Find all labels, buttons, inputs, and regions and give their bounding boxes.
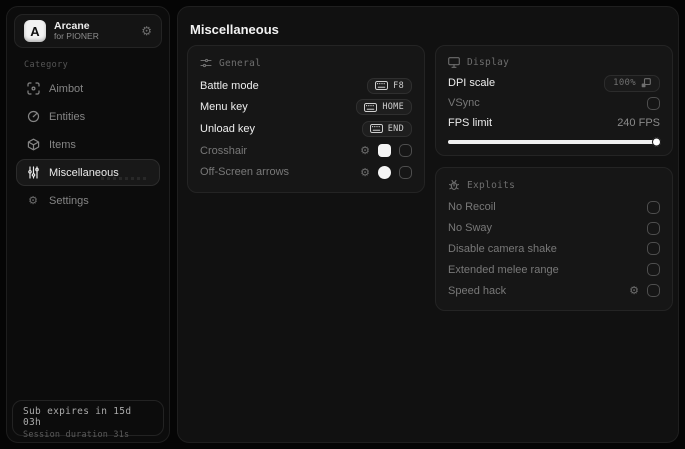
crosshair-color-swatch[interactable]: [378, 144, 391, 158]
setting-row-crosshair: Crosshair ⚙: [200, 140, 412, 162]
general-panel-header: General: [200, 55, 412, 71]
dpi-scale-button[interactable]: 100%: [604, 74, 660, 92]
setting-row-dpi-scale: DPI scale 100%: [448, 73, 660, 93]
sidebar-item-settings[interactable]: ⚙ Settings: [16, 187, 160, 214]
keyboard-icon: [375, 81, 389, 91]
extended-melee-range-checkbox[interactable]: [647, 263, 660, 277]
menu-key-keybind-button[interactable]: HOME: [356, 99, 412, 116]
scan-icon: [26, 82, 40, 96]
setting-label: Crosshair: [200, 144, 248, 157]
setting-label: Unload key: [200, 122, 256, 135]
sub-expiry-text: Sub expires in 15d 03h: [23, 406, 132, 428]
account-settings-gear-icon[interactable]: ⚙: [141, 25, 152, 37]
setting-label: FPS limit: [448, 117, 492, 130]
keybind-value: HOME: [382, 102, 404, 113]
setting-row-no-recoil: No Recoil: [448, 197, 660, 218]
general-panel-title: General: [219, 57, 262, 69]
subscription-status-card: Sub expires in 15d 03h Session duration …: [12, 400, 164, 440]
setting-row-vsync: VSync: [448, 93, 660, 113]
keybind-value: END: [387, 123, 404, 134]
cube-icon: [26, 138, 40, 152]
setting-label: Menu key: [200, 101, 248, 114]
fps-slider-fill: [448, 140, 660, 144]
exploits-panel-header: Exploits: [448, 177, 660, 193]
offscreen-arrows-checkbox[interactable]: [399, 165, 412, 179]
category-label: Category: [24, 60, 69, 70]
fps-limit-slider[interactable]: [448, 137, 661, 147]
setting-row-unload-key: Unload key END: [200, 118, 412, 140]
offscreen-arrows-color-swatch[interactable]: [378, 165, 391, 179]
setting-row-extended-melee-range: Extended melee range: [448, 259, 660, 280]
offscreen-arrows-config-gear-icon[interactable]: ⚙: [360, 167, 370, 178]
sliders-horizontal-icon: [200, 58, 212, 68]
gear-icon: ⚙: [28, 194, 38, 207]
display-panel: Display DPI scale 100% VSync FPS limit 2…: [435, 45, 673, 156]
speed-hack-checkbox[interactable]: [647, 284, 660, 298]
brand-subtitle: for PIONER: [54, 31, 99, 42]
display-panel-header: Display: [448, 55, 660, 69]
setting-label: VSync: [448, 97, 480, 110]
bug-icon: [448, 179, 460, 190]
setting-label: Disable camera shake: [448, 242, 557, 255]
brand-logo: A: [24, 20, 46, 42]
keybind-value: F8: [393, 80, 404, 91]
battle-mode-keybind-button[interactable]: F8: [367, 77, 412, 94]
sidebar-item-miscellaneous[interactable]: Miscellaneous: [16, 159, 160, 186]
main-content: Miscellaneous General Battle mode F8 Men…: [177, 6, 679, 443]
sidebar: A Arcane for PIONER ⚙ Category Aimbot En…: [6, 6, 170, 443]
keyboard-icon: [364, 102, 378, 112]
setting-row-speed-hack: Speed hack ⚙: [448, 280, 660, 301]
sidebar-item-label: Items: [49, 138, 76, 151]
setting-row-battle-mode: Battle mode F8: [200, 75, 412, 97]
setting-label: No Recoil: [448, 201, 496, 214]
sliders-icon: [26, 166, 40, 180]
speed-hack-config-gear-icon[interactable]: ⚙: [629, 285, 639, 296]
setting-row-no-sway: No Sway: [448, 218, 660, 239]
crosshair-checkbox[interactable]: [399, 144, 412, 158]
setting-row-fps-limit: FPS limit 240 FPS: [448, 113, 660, 133]
general-panel: General Battle mode F8 Menu key HOME Unl…: [187, 45, 425, 193]
fps-limit-value: 240 FPS: [617, 117, 660, 130]
setting-label: Off-Screen arrows: [200, 166, 290, 179]
sidebar-item-aimbot[interactable]: Aimbot: [16, 75, 160, 102]
no-recoil-checkbox[interactable]: [647, 200, 660, 214]
setting-label: DPI scale: [448, 77, 496, 90]
dpi-scale-value: 100%: [613, 78, 636, 89]
unload-key-keybind-button[interactable]: END: [361, 120, 412, 137]
no-sway-checkbox[interactable]: [647, 221, 660, 235]
sidebar-item-label: Settings: [49, 194, 89, 207]
brand-text: Arcane for PIONER: [54, 20, 133, 42]
app-window: A Arcane for PIONER ⚙ Category Aimbot En…: [0, 0, 685, 449]
vsync-checkbox[interactable]: [647, 96, 660, 110]
radar-icon: [26, 110, 40, 124]
fps-slider-knob[interactable]: [652, 137, 661, 147]
session-duration-text: Session duration 31s: [23, 430, 130, 440]
sidebar-item-label: Aimbot: [49, 82, 84, 95]
disable-camera-shake-checkbox[interactable]: [647, 242, 660, 256]
page-title: Miscellaneous: [190, 22, 279, 37]
sidebar-nav: Aimbot Entities Items Miscellaneous ⚙ Se…: [16, 75, 160, 214]
setting-row-disable-camera-shake: Disable camera shake: [448, 239, 660, 260]
setting-label: Extended melee range: [448, 263, 559, 276]
setting-label: No Sway: [448, 222, 493, 235]
display-panel-title: Display: [467, 56, 510, 68]
setting-label: Speed hack: [448, 284, 507, 297]
monitor-icon: [448, 56, 460, 68]
sidebar-item-label: Entities: [49, 110, 86, 123]
brand-letter: A: [30, 23, 40, 39]
sidebar-item-entities[interactable]: Entities: [16, 103, 160, 130]
scale-icon: [641, 78, 651, 88]
setting-row-offscreen-arrows: Off-Screen arrows ⚙: [200, 161, 412, 183]
brand-card: A Arcane for PIONER ⚙: [14, 14, 162, 48]
sidebar-item-items[interactable]: Items: [16, 131, 160, 158]
setting-row-menu-key: Menu key HOME: [200, 97, 412, 119]
exploits-panel-title: Exploits: [467, 179, 516, 191]
keyboard-icon: [369, 124, 383, 134]
exploits-panel: Exploits No Recoil No Sway Disable camer…: [435, 167, 673, 311]
sidebar-item-label: Miscellaneous: [49, 166, 119, 179]
setting-label: Battle mode: [200, 79, 259, 92]
crosshair-config-gear-icon[interactable]: ⚙: [360, 145, 370, 156]
